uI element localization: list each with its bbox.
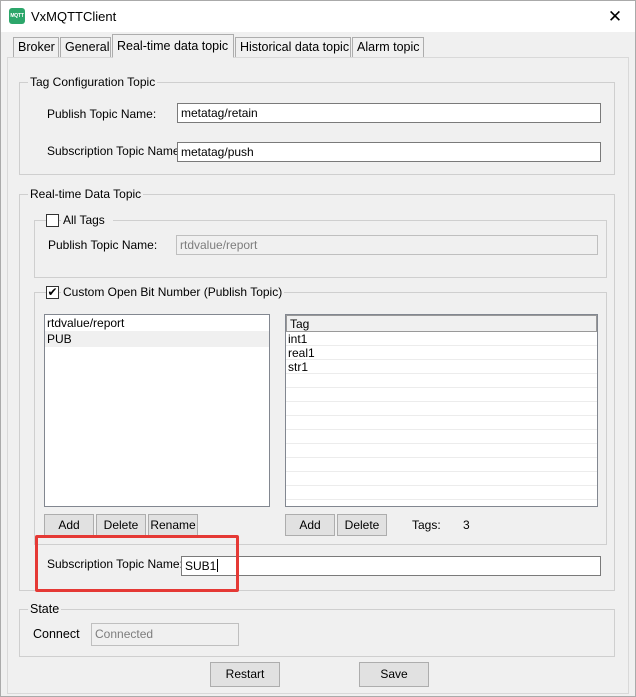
tab-strip: Broker General Real-time data topic Hist…	[1, 34, 635, 58]
realtime-subscription-value: SUB1	[185, 559, 217, 573]
all-tags-label: All Tags	[61, 213, 113, 227]
text-caret	[217, 559, 219, 572]
window-title: VxMQTTClient	[31, 9, 117, 24]
delete-topic-button[interactable]: Delete	[96, 514, 146, 536]
table-row	[286, 486, 597, 500]
table-row	[286, 472, 597, 486]
all-tags-checkbox[interactable]	[46, 214, 59, 227]
realtime-legend: Real-time Data Topic	[28, 187, 144, 201]
custom-bit-checkbox[interactable]: ✔	[46, 286, 59, 299]
table-row	[286, 402, 597, 416]
connect-label: Connect	[33, 627, 80, 641]
mqtt-app-icon: MQTT	[9, 8, 25, 24]
all-tags-group: All Tags Publish Topic Name: rtdvalue/re…	[34, 213, 607, 278]
add-tag-button[interactable]: Add	[285, 514, 335, 536]
add-topic-button[interactable]: Add	[44, 514, 94, 536]
tab-broker[interactable]: Broker	[13, 37, 59, 57]
realtime-subscription-input[interactable]: SUB1	[181, 556, 601, 576]
tag-publish-label: Publish Topic Name:	[47, 107, 157, 121]
realtime-group: Real-time Data Topic All Tags Publish To…	[19, 187, 615, 591]
table-row[interactable]: real1	[286, 346, 597, 360]
title-bar: MQTT VxMQTTClient ✕	[1, 1, 635, 32]
tab-alarm-topic[interactable]: Alarm topic	[352, 37, 424, 57]
list-item[interactable]: rtdvalue/report	[45, 315, 269, 331]
tab-general[interactable]: General	[60, 37, 111, 57]
all-tags-publish-label: Publish Topic Name:	[48, 238, 158, 252]
restart-button[interactable]: Restart	[210, 662, 280, 687]
tab-historical-data-topic[interactable]: Historical data topic	[235, 37, 351, 57]
tags-count-value: 3	[463, 518, 470, 532]
tags-count-label: Tags:	[412, 518, 441, 532]
table-row	[286, 416, 597, 430]
state-group: State Connect Connected	[19, 602, 615, 657]
topic-listbox[interactable]: rtdvalue/report PUB	[44, 314, 270, 507]
custom-bit-group: ✔ Custom Open Bit Number (Publish Topic)…	[34, 285, 607, 545]
table-row	[286, 458, 597, 472]
tag-config-legend: Tag Configuration Topic	[28, 75, 158, 89]
custom-bit-label: Custom Open Bit Number (Publish Topic)	[61, 285, 285, 299]
table-row[interactable]: int1	[286, 332, 597, 346]
table-row	[286, 444, 597, 458]
table-row	[286, 388, 597, 402]
list-item[interactable]: PUB	[45, 331, 269, 347]
table-row	[286, 374, 597, 388]
tag-grid[interactable]: Tag int1 real1 str1	[285, 314, 598, 507]
rename-topic-button[interactable]: Rename	[148, 514, 198, 536]
tab-realtime-data-topic[interactable]: Real-time data topic	[112, 34, 234, 58]
realtime-subscription-label: Subscription Topic Name:	[47, 557, 183, 571]
delete-tag-button[interactable]: Delete	[337, 514, 387, 536]
tag-subscription-label: Subscription Topic Name:	[47, 144, 183, 158]
table-row	[286, 430, 597, 444]
tag-config-group: Tag Configuration Topic Publish Topic Na…	[19, 75, 615, 175]
connect-status-field: Connected	[91, 623, 239, 646]
table-row[interactable]: str1	[286, 360, 597, 374]
tag-publish-input[interactable]: metatag/retain	[177, 103, 601, 123]
app-window: MQTT VxMQTTClient ✕ Broker General Real-…	[0, 0, 636, 697]
close-icon[interactable]: ✕	[595, 1, 635, 32]
tag-subscription-input[interactable]: metatag/push	[177, 142, 601, 162]
all-tags-publish-input[interactable]: rtdvalue/report	[176, 235, 598, 255]
save-button[interactable]: Save	[359, 662, 429, 687]
state-legend: State	[28, 602, 62, 616]
tag-column-header[interactable]: Tag	[286, 315, 597, 332]
